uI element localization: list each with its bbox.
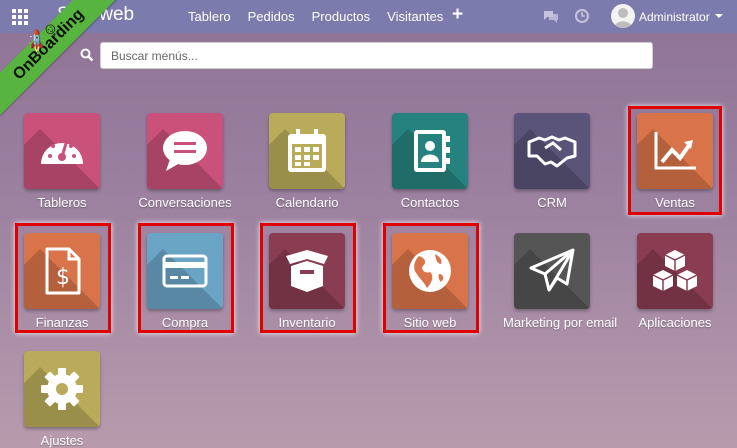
app-tile [392,233,468,309]
app-label: Compra [161,315,209,330]
app-tile [147,233,223,309]
sales-chart-icon [654,132,696,170]
menu-pedidos[interactable]: Pedidos [248,9,295,24]
app-label: Finanzas [35,315,89,330]
app-label: Conversaciones [138,195,232,210]
clock-icon[interactable] [575,9,589,23]
app-contactos[interactable]: Contactos [381,113,479,210]
app-conversaciones[interactable]: Conversaciones [136,113,234,210]
svg-text:$: $ [56,265,70,290]
app-label: Ajustes [40,433,84,448]
app-label: Inventario [278,315,336,330]
app-ajustes[interactable]: Ajustes [13,351,111,448]
app-label: CRM [537,195,567,210]
app-label: Contactos [400,195,460,210]
user-menu-label[interactable]: Administrator [639,10,710,24]
menu-visitantes[interactable]: Visitantes [387,9,443,24]
app-tile [514,113,590,189]
app-label: Ventas [655,195,695,210]
app-crm[interactable]: CRM [503,113,601,210]
box-icon [286,250,328,292]
credit-card-icon [162,254,208,288]
calendar-icon [288,129,326,172]
app-tile [24,351,100,427]
app-tile [637,113,713,189]
top-menu: Tablero Pedidos Productos Visitantes [188,9,460,24]
app-ventas[interactable]: Ventas [626,113,724,210]
gear-icon [41,368,83,410]
handshake-icon [527,135,577,168]
app-label: Calendario [275,195,339,210]
app-tile [269,113,345,189]
address-book-icon [414,130,450,172]
search-input[interactable] [100,42,653,69]
app-tile: $ [24,233,100,309]
plus-icon[interactable]: + [452,4,463,26]
app-marketing-email[interactable]: Marketing por email [503,233,618,330]
app-tile [637,233,713,309]
app-finanzas[interactable]: $ Finanzas [13,233,111,330]
apps-grid-icon[interactable] [12,9,30,25]
search-icon [80,48,94,62]
menu-tablero[interactable]: Tablero [188,9,231,24]
app-compra[interactable]: Compra [136,233,234,330]
app-tile [24,113,100,189]
paper-plane-icon [529,248,575,292]
chat-bubble-icon [163,131,207,171]
cubes-icon [652,250,698,291]
app-calendario[interactable]: Calendario [258,113,356,210]
chat-icon[interactable] [543,9,559,23]
app-label: Aplicaciones [638,315,712,330]
app-tile [514,233,590,309]
invoice-dollar-icon: $ [45,247,81,295]
avatar[interactable] [611,4,635,28]
app-tile [147,113,223,189]
globe-icon [409,250,451,292]
app-tile [392,113,468,189]
chevron-down-icon[interactable] [715,14,723,18]
menu-productos[interactable]: Productos [312,9,371,24]
app-inventario[interactable]: Inventario [258,233,356,330]
app-label: Marketing por email [503,315,618,330]
app-label: Tableros [37,195,87,210]
app-aplicaciones[interactable]: Aplicaciones [626,233,724,330]
app-tile [269,233,345,309]
app-tableros[interactable]: Tableros [13,113,111,210]
app-sitio-web[interactable]: Sitio web [381,233,479,330]
dashboard-gauge-icon [41,139,83,164]
app-label: Sitio web [403,315,457,330]
top-navbar: Sitio web Tablero Pedidos Productos Visi… [0,0,737,33]
